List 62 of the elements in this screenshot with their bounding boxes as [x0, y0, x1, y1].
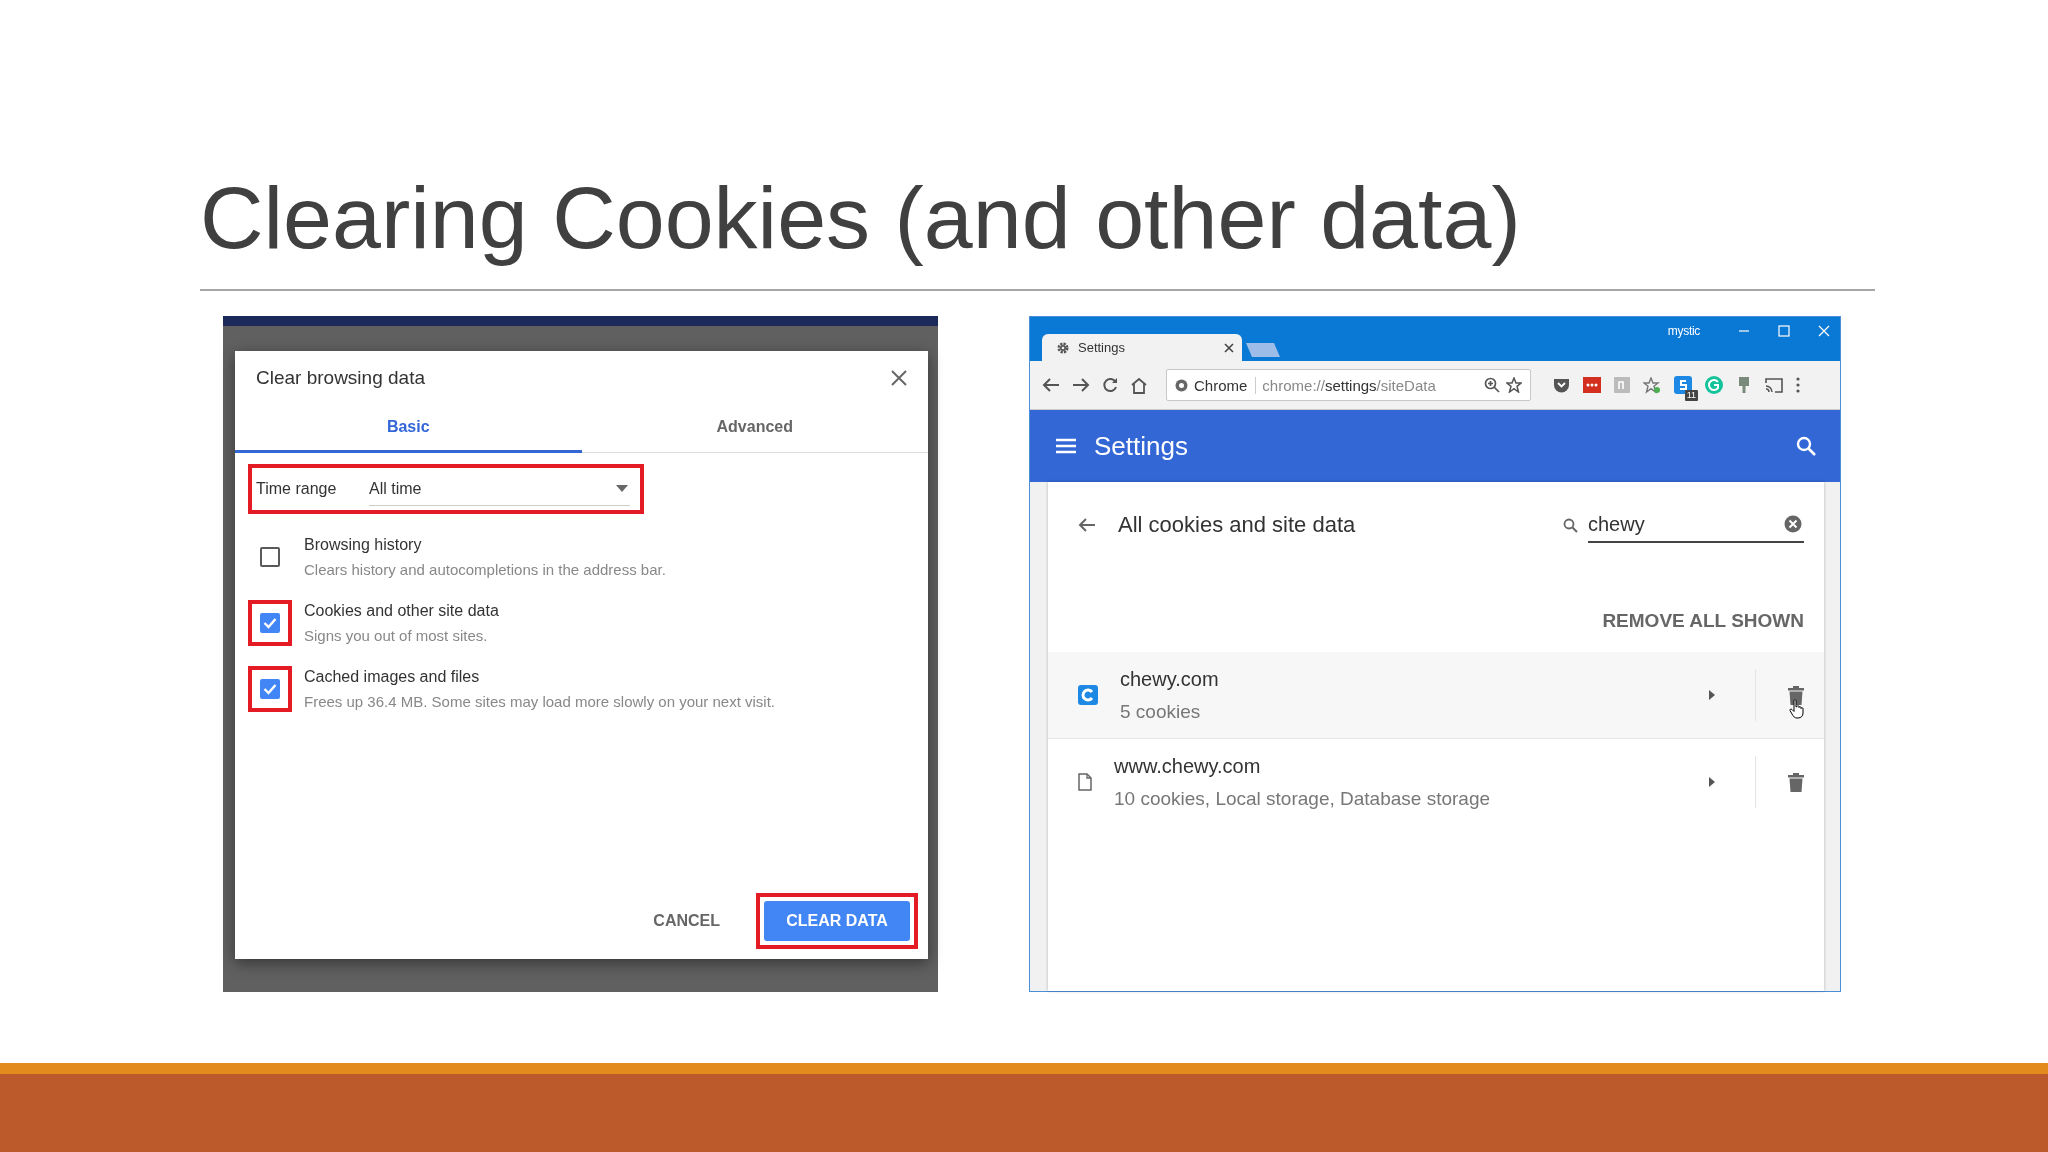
option-label: Cookies and other site data: [304, 602, 499, 620]
site-row[interactable]: chewy.com 5 cookies: [1048, 652, 1824, 738]
menu-icon[interactable]: [1056, 438, 1076, 454]
option-description: Clears history and autocompletions in the address bar.: [304, 561, 666, 578]
option-description: Frees up 36.4 MB. Some sites may load more slowly on your next visit.: [304, 693, 776, 710]
reload-icon[interactable]: [1102, 377, 1118, 393]
time-range-dropdown[interactable]: All time: [369, 472, 630, 506]
more-icon[interactable]: [1796, 377, 1800, 393]
maximize-icon[interactable]: [1778, 325, 1790, 337]
forward-icon[interactable]: [1072, 377, 1090, 393]
profile-name[interactable]: mystic: [1667, 324, 1700, 338]
clear-data-button[interactable]: CLEAR DATA: [764, 901, 910, 941]
gear-icon: [1056, 340, 1070, 355]
caret-icon: [616, 485, 628, 492]
browser-tab[interactable]: Settings: [1042, 334, 1242, 361]
option-description: Signs you out of most sites.: [304, 627, 489, 644]
site-name: chewy.com: [1120, 667, 1220, 691]
site-favicon-icon: [1078, 685, 1098, 705]
star-icon[interactable]: [1643, 376, 1661, 394]
home-icon[interactable]: [1130, 376, 1148, 394]
address-bar[interactable]: Chrome chrome://settings/siteData: [1166, 369, 1531, 401]
site-row[interactable]: www.chewy.com 10 cookies, Local storage, Database storage: [1048, 738, 1824, 825]
search-icon[interactable]: [1796, 436, 1816, 456]
search-field[interactable]: chewy: [1588, 512, 1784, 536]
expand-arrow-icon[interactable]: [1709, 690, 1715, 700]
clear-icon[interactable]: [1784, 515, 1802, 533]
extension-icon[interactable]: [1674, 376, 1692, 394]
checkbox[interactable]: [260, 547, 280, 567]
zoom-icon[interactable]: [1484, 377, 1500, 393]
site-details: 10 cookies, Local storage, Database storage: [1114, 787, 1491, 810]
close-icon[interactable]: [890, 369, 908, 387]
tab-title: Settings: [1078, 340, 1126, 355]
option-label: Cached images and files: [304, 668, 481, 686]
checkbox[interactable]: [260, 679, 280, 699]
tab[interactable]: Advanced: [581, 403, 928, 453]
dialog-title: Clear browsing data: [256, 367, 425, 389]
tab[interactable]: Basic: [235, 403, 582, 453]
option-label: Browsing history: [304, 536, 423, 554]
count-badge: 11: [1684, 390, 1698, 401]
cast-icon[interactable]: [1765, 377, 1783, 393]
page-heading: All cookies and site data: [1118, 512, 1357, 538]
search-icon: [1563, 517, 1578, 533]
file-icon: [1078, 773, 1092, 791]
field-label: Time range: [256, 480, 338, 498]
trash-icon[interactable]: [1788, 772, 1804, 792]
checkbox[interactable]: [260, 613, 280, 633]
site-name: www.chewy.com: [1114, 754, 1262, 778]
slide-title: Clearing Cookies (and other data): [200, 168, 1522, 268]
shield-icon[interactable]: [1553, 377, 1570, 393]
star-icon[interactable]: [1506, 377, 1522, 393]
back-icon[interactable]: [1078, 517, 1096, 533]
back-icon[interactable]: [1042, 377, 1060, 393]
cancel-button[interactable]: CANCEL: [637, 901, 736, 941]
close-icon[interactable]: [1224, 342, 1234, 353]
pointer-cursor-icon: [1789, 698, 1805, 719]
remove-all-button[interactable]: REMOVE ALL SHOWN: [1602, 604, 1804, 638]
expand-arrow-icon[interactable]: [1709, 777, 1715, 787]
dots-icon[interactable]: [1583, 377, 1601, 393]
trash-icon[interactable]: [1788, 685, 1804, 705]
chrome-icon: [1175, 378, 1188, 392]
header-title: Settings: [1094, 430, 1189, 462]
site-details: 5 cookies: [1120, 700, 1202, 723]
